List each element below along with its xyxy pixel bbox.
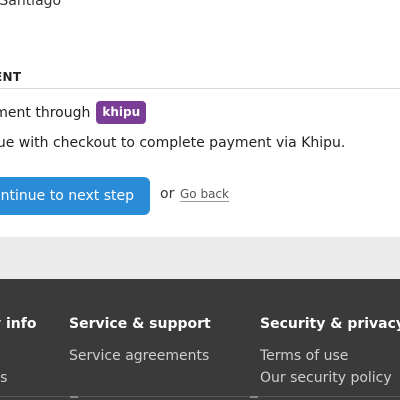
footer-heading-service-support: Service & support <box>69 316 211 332</box>
payment-method-row: yment through khipu <box>0 101 147 124</box>
payment-method-text: yment through <box>0 104 91 121</box>
payment-section-heading: ENT <box>0 70 22 84</box>
payment-instruction: nue with checkout to complete payment vi… <box>0 135 346 151</box>
content-footer-spacer <box>0 237 400 279</box>
shipping-address-line: 8 Santiago <box>0 0 62 9</box>
footer-link-terms-of-use[interactable]: Terms of use <box>260 348 348 364</box>
go-back-link[interactable]: Go back <box>180 187 229 202</box>
footer-bottom-divider <box>0 396 400 397</box>
khipu-logo: khipu <box>96 101 147 124</box>
footer-heading-my-info: y info <box>0 316 37 332</box>
footer-link-service-agreements[interactable]: Service agreements <box>69 348 209 364</box>
continue-button[interactable]: ntinue to next step <box>0 177 150 215</box>
footer-heading-security-privacy: Security & privacy <box>260 316 400 332</box>
footer-link[interactable]: ks <box>0 370 7 386</box>
site-footer: y info s ks Service & support Service ag… <box>0 279 400 400</box>
footer-link-security-policy[interactable]: Our security policy <box>260 370 392 386</box>
section-divider <box>0 88 400 89</box>
footer-divider-mark <box>250 396 258 398</box>
continue-button-label: ntinue to next step <box>0 188 134 204</box>
footer-divider-mark <box>70 396 78 398</box>
or-separator: or <box>160 186 175 202</box>
